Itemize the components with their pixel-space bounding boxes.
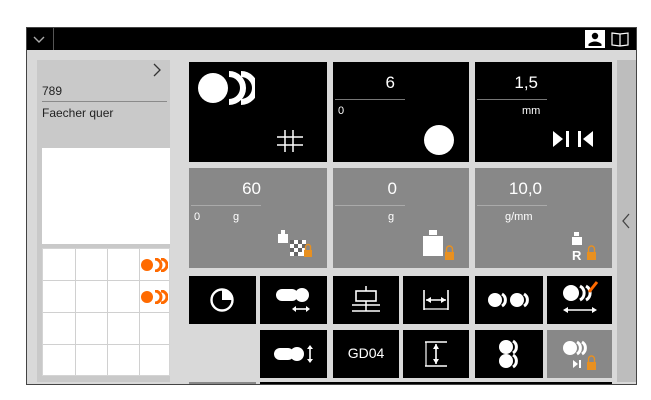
- gap-arrows-icon: [553, 131, 593, 147]
- width-arrow-icon: [423, 290, 449, 310]
- svg-text:R: R: [572, 248, 582, 262]
- vertical-move-button[interactable]: [260, 330, 327, 378]
- divider: [42, 101, 167, 102]
- balls-pencil-icon: [563, 281, 599, 313]
- tare-tile[interactable]: 0 g: [333, 168, 469, 268]
- grid-icon: [277, 130, 303, 152]
- weight-lock-icon: [423, 230, 454, 260]
- gap-value: 1,5: [514, 73, 538, 92]
- two-balls-icon: [488, 292, 529, 308]
- orange-balls-icon: [141, 290, 168, 304]
- stacked-balls-icon: [499, 339, 518, 369]
- gap-unit: mm: [522, 105, 541, 117]
- width-button[interactable]: [403, 276, 469, 324]
- stack-button[interactable]: [475, 330, 543, 378]
- preview-area: [42, 148, 170, 244]
- carriage-icon: [352, 286, 380, 312]
- gd04-label: GD04: [347, 345, 385, 361]
- program-card[interactable]: 789 Faecher quer: [37, 60, 170, 123]
- tare-value: 0: [387, 179, 397, 198]
- density-value: 10,0: [508, 179, 542, 198]
- gd04-button[interactable]: GD04: [333, 330, 399, 378]
- weight-unit: g: [233, 211, 240, 223]
- chevron-right-icon[interactable]: [150, 62, 164, 78]
- balls-lock-icon: [563, 340, 596, 370]
- chevron-left-icon[interactable]: [620, 212, 632, 230]
- balls-row-icon: [198, 71, 255, 105]
- pill-ball-updown-icon: [274, 345, 313, 363]
- book-icon[interactable]: [610, 30, 630, 48]
- weight-min: 0: [194, 211, 201, 223]
- left-panel: 789 Faecher quer: [37, 60, 170, 382]
- pill-ball-arrows-icon: [276, 288, 310, 312]
- orange-balls-icon: [141, 258, 168, 272]
- app-window: 789 Faecher quer 6 0 1,5 mm 60 0 g 0 g 1…: [26, 27, 637, 385]
- user-icon[interactable]: [585, 30, 605, 48]
- ball-spacing-button[interactable]: [475, 276, 543, 324]
- fan-edit-button[interactable]: [547, 276, 612, 324]
- ball-icon: [424, 125, 454, 155]
- row-edge: [189, 382, 256, 384]
- pie-icon: [210, 288, 234, 312]
- count-tile[interactable]: 6 0: [333, 62, 469, 162]
- weight-pattern-icon: [278, 230, 312, 257]
- main-content: 789 Faecher quer 6 0 1,5 mm 60 0 g 0 g 1…: [27, 50, 636, 384]
- weight-value: 60: [242, 179, 261, 198]
- count-value: 6: [385, 73, 395, 92]
- density-unit: g/mm: [505, 211, 533, 223]
- row-edge: [260, 382, 612, 384]
- top-bar: [27, 28, 636, 50]
- gap-tile[interactable]: 1,5 mm: [475, 62, 612, 162]
- pattern-tile[interactable]: [189, 62, 327, 162]
- count-min: 0: [338, 105, 345, 117]
- divider: [53, 28, 54, 50]
- height-button[interactable]: [403, 330, 469, 378]
- weight-tile[interactable]: 60 0 g: [189, 168, 327, 268]
- right-collapse-panel[interactable]: [617, 60, 636, 382]
- tare-unit: g: [388, 211, 395, 223]
- program-name: Faecher quer: [42, 106, 114, 120]
- density-tile[interactable]: 10,0 g/mm R: [475, 168, 612, 268]
- density-lock-icon: R: [572, 232, 596, 262]
- centering-button[interactable]: [333, 276, 399, 324]
- horizontal-move-button[interactable]: [260, 276, 327, 324]
- fan-lock-button[interactable]: [547, 330, 612, 378]
- cycle-button[interactable]: [189, 276, 256, 324]
- pattern-grid[interactable]: [42, 248, 170, 376]
- chevron-down-icon[interactable]: [31, 31, 47, 47]
- height-arrow-icon: [425, 341, 447, 367]
- program-number: 789: [42, 84, 63, 98]
